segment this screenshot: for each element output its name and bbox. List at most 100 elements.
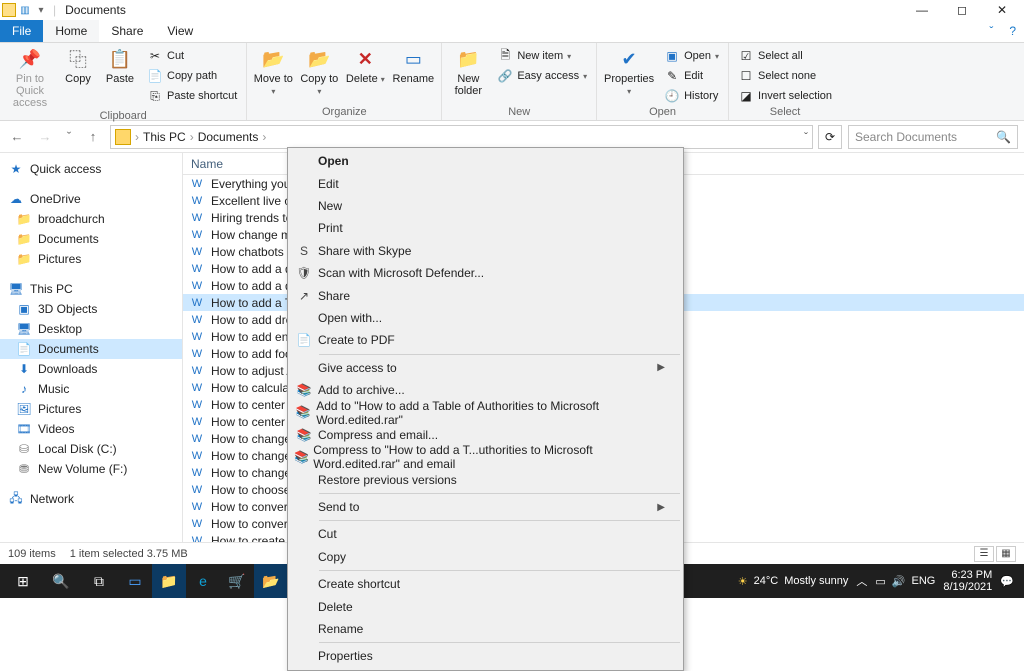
nav-item[interactable]: ⬇Downloads xyxy=(0,359,182,379)
menu-item-copy[interactable]: Copy xyxy=(290,546,681,568)
new-folder-button[interactable]: 📁 New folder xyxy=(448,45,488,97)
breadcrumb-segment[interactable]: Documents xyxy=(198,130,259,144)
nav-item[interactable]: 🖼Pictures xyxy=(0,399,182,419)
menu-item-createpdf[interactable]: 📄Create to PDF xyxy=(290,329,681,351)
back-button[interactable]: ← xyxy=(6,126,28,148)
nav-item[interactable]: 📁Documents xyxy=(0,229,182,249)
nav-item[interactable]: ⛁Local Disk (C:) xyxy=(0,439,182,459)
nav-item[interactable]: 📁Pictures xyxy=(0,249,182,269)
select-all-button[interactable]: ☑Select all xyxy=(735,47,835,65)
nav-item[interactable]: ♪Music xyxy=(0,379,182,399)
qat-icon[interactable]: ▥ xyxy=(18,3,32,17)
breadcrumb[interactable]: › This PC › Documents › ˇ xyxy=(110,125,813,149)
open-button[interactable]: ▣Open ▾ xyxy=(661,47,722,65)
menu-item-edit[interactable]: Edit xyxy=(290,172,681,194)
thumbnails-view-button[interactable]: ▦ xyxy=(996,546,1016,562)
notifications-icon[interactable]: 💬 xyxy=(1000,575,1014,588)
up-button[interactable]: ↑ xyxy=(82,126,104,148)
nav-item[interactable]: ▣3D Objects xyxy=(0,299,182,319)
qat-dropdown-icon[interactable]: ▾ xyxy=(34,3,48,17)
menu-item-openwith[interactable]: Open with... xyxy=(290,307,681,329)
system-tray[interactable]: ▭ 🔊 ENG xyxy=(875,575,935,588)
delete-button[interactable]: ✕ Delete ▾ xyxy=(345,45,385,85)
copy-path-button[interactable]: 📄Copy path xyxy=(144,67,240,85)
start-button[interactable]: ⊞ xyxy=(4,564,42,598)
language-indicator[interactable]: ENG xyxy=(912,575,936,587)
tab-share[interactable]: Share xyxy=(99,20,155,42)
menu-item-compressto[interactable]: 📚Compress to "How to add a T...uthoritie… xyxy=(290,446,681,468)
menu-item-addrar[interactable]: 📚Add to "How to add a Table of Authoriti… xyxy=(290,401,681,423)
nav-item[interactable]: 🖥This PC xyxy=(0,279,182,299)
paste-button[interactable]: 📋 Paste xyxy=(102,45,138,85)
tab-home[interactable]: Home xyxy=(43,20,99,42)
minimize-button[interactable]: — xyxy=(902,0,942,20)
details-view-button[interactable]: ☰ xyxy=(974,546,994,562)
easy-access-button[interactable]: 🔗Easy access ▾ xyxy=(494,67,590,85)
help-icon[interactable]: ? xyxy=(1001,20,1024,42)
scissors-icon: ✂ xyxy=(147,48,163,64)
menu-item-skype[interactable]: SShare with Skype xyxy=(290,240,681,262)
search-icon: 🔍 xyxy=(996,130,1011,144)
taskbar-app[interactable]: 📁 xyxy=(152,564,186,598)
nav-item[interactable]: 📄Documents xyxy=(0,339,182,359)
breadcrumb-segment[interactable]: This PC xyxy=(143,130,186,144)
menu-item-open[interactable]: Open xyxy=(290,150,681,172)
menu-item-restore[interactable]: Restore previous versions xyxy=(290,468,681,490)
clock[interactable]: 6:23 PM 8/19/2021 xyxy=(943,569,992,593)
close-button[interactable]: ✕ xyxy=(982,0,1022,20)
tray-chevron-icon[interactable]: ︿ xyxy=(856,573,867,589)
new-item-button[interactable]: 🗎New item ▾ xyxy=(494,47,590,65)
search-button[interactable]: 🔍 xyxy=(42,564,80,598)
tab-view[interactable]: View xyxy=(155,20,205,42)
ribbon-expand-icon[interactable]: ˇ xyxy=(981,20,1001,42)
pin-to-quick-access-button[interactable]: 📌 Pin to Quick access xyxy=(6,45,54,109)
volume-icon[interactable]: 🔊 xyxy=(892,575,906,588)
menu-item-print[interactable]: Print xyxy=(290,217,681,239)
rename-button[interactable]: ▭ Rename xyxy=(391,45,435,85)
select-none-button[interactable]: ☐Select none xyxy=(735,67,835,85)
invert-selection-button[interactable]: ◪Invert selection xyxy=(735,87,835,105)
refresh-button[interactable]: ⟳ xyxy=(818,125,842,149)
address-dropdown-icon[interactable]: ˇ xyxy=(804,130,808,144)
forward-button[interactable]: → xyxy=(34,126,56,148)
menu-item-giveaccess[interactable]: Give access to▶ xyxy=(290,357,681,379)
task-view-button[interactable]: ⧉ xyxy=(80,564,118,598)
search-input[interactable]: Search Documents 🔍 xyxy=(848,125,1018,149)
weather-widget[interactable]: ☀ 24°C Mostly sunny xyxy=(738,575,849,588)
nav-item[interactable]: 📁broadchurch xyxy=(0,209,182,229)
nav-item[interactable]: ★Quick access xyxy=(0,159,182,179)
maximize-button[interactable]: ◻ xyxy=(942,0,982,20)
menu-item-shortcut[interactable]: Create shortcut xyxy=(290,573,681,595)
menu-item-share[interactable]: ↗Share xyxy=(290,284,681,306)
tab-file[interactable]: File xyxy=(0,20,43,42)
network-icon[interactable]: ▭ xyxy=(875,575,885,588)
menu-item-delete[interactable]: Delete xyxy=(290,595,681,617)
menu-item-rename[interactable]: Rename xyxy=(290,618,681,640)
menu-item-cut[interactable]: Cut xyxy=(290,523,681,545)
menu-item-properties[interactable]: Properties xyxy=(290,645,681,667)
menu-item-defender[interactable]: 🛡Scan with Microsoft Defender... xyxy=(290,262,681,284)
move-to-button[interactable]: 📂 Move to ▾ xyxy=(253,45,293,97)
nav-item[interactable]: ☁OneDrive xyxy=(0,189,182,209)
nav-item[interactable]: 🖧Network xyxy=(0,489,182,509)
taskbar-app[interactable]: 📂 xyxy=(254,564,288,598)
cut-button[interactable]: ✂Cut xyxy=(144,47,240,65)
menu-item-sendto[interactable]: Send to▶ xyxy=(290,496,681,518)
taskbar-app[interactable]: e xyxy=(186,564,220,598)
properties-button[interactable]: ✔ Properties ▾ xyxy=(603,45,655,97)
paste-shortcut-button[interactable]: ⎘Paste shortcut xyxy=(144,87,240,105)
edit-button[interactable]: ✎Edit xyxy=(661,67,722,85)
edit-icon: ✎ xyxy=(664,68,680,84)
word-doc-icon: W xyxy=(189,432,205,446)
taskbar-app[interactable]: ▭ xyxy=(118,564,152,598)
taskbar-app[interactable]: 🛒 xyxy=(220,564,254,598)
copy-to-button[interactable]: 📂 Copy to ▾ xyxy=(299,45,339,97)
nav-item[interactable]: 🖥Desktop xyxy=(0,319,182,339)
recent-locations-button[interactable]: ˇ xyxy=(62,126,76,148)
copy-button[interactable]: ⿻ Copy xyxy=(60,45,96,85)
folder-icon xyxy=(115,129,131,145)
history-button[interactable]: 🕘History xyxy=(661,87,722,105)
menu-item-new[interactable]: New xyxy=(290,195,681,217)
nav-item[interactable]: 🎞Videos xyxy=(0,419,182,439)
nav-item[interactable]: ⛃New Volume (F:) xyxy=(0,459,182,479)
